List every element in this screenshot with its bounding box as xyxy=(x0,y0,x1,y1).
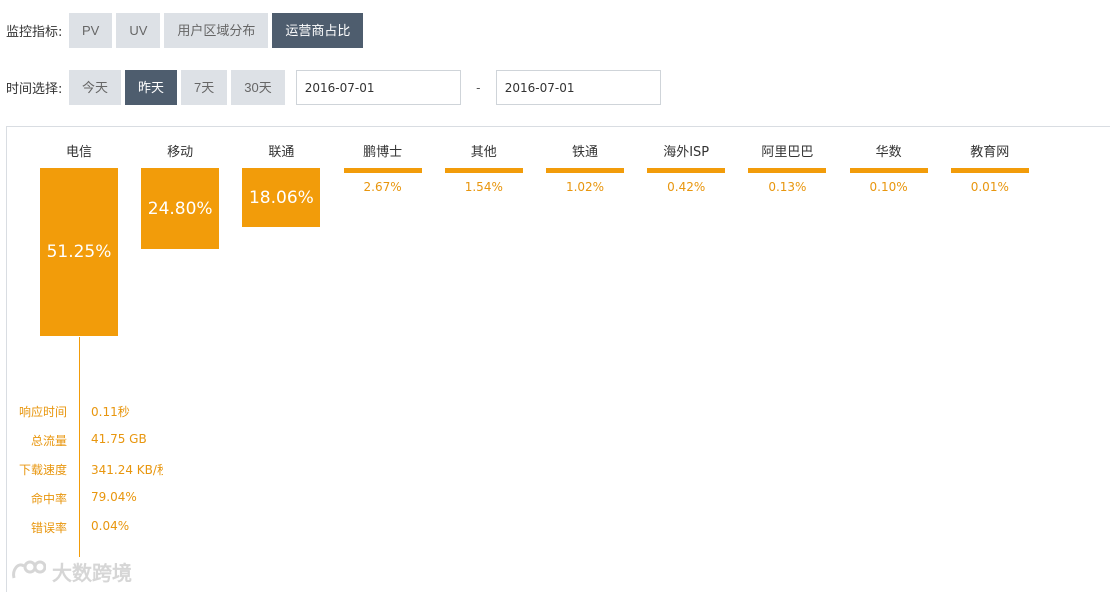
isp-share-label: 1.54% xyxy=(464,180,503,194)
time-today-button[interactable]: 今天 xyxy=(69,70,122,105)
isp-share-label: 0.10% xyxy=(869,180,908,194)
isp-share-bar[interactable] xyxy=(647,168,726,173)
metric-region-button[interactable]: 用户区域分布 xyxy=(164,13,269,48)
isp-share-bar[interactable]: 51.25% xyxy=(40,168,118,336)
detail-label: 响应时间 xyxy=(18,405,67,419)
isp-share-bar[interactable] xyxy=(849,168,928,173)
isp-name: 其他 xyxy=(470,145,497,160)
metric-label: 监控指标: xyxy=(6,25,63,40)
watermark-logo-icon xyxy=(12,560,46,579)
detail-label: 总流量 xyxy=(30,434,67,448)
isp-name: 移动 xyxy=(167,145,194,160)
isp-chart-panel: 电信 51.25% 移动 24.80% 联通 18.06% 鹏博士 2.67% 其他 1.54% 铁… xyxy=(6,126,1110,592)
isp-name: 铁通 xyxy=(571,145,598,160)
isp-share-label: 2.67% xyxy=(363,180,402,194)
detail-label: 命中率 xyxy=(30,492,67,506)
isp-share-bar[interactable]: 24.80% xyxy=(141,168,220,249)
detail-row: 下载速度 341.24 KB/秒 xyxy=(7,461,177,481)
time-30days-button[interactable]: 30天 xyxy=(231,70,285,105)
isp-share-bar[interactable]: 18.06% xyxy=(242,168,321,227)
detail-label: 下载速度 xyxy=(18,463,67,477)
time-selector: 时间选择: 今天 昨天 7天 30天 - xyxy=(0,70,661,105)
isp-share-bar[interactable] xyxy=(444,168,523,173)
isp-share-bar[interactable] xyxy=(950,168,1029,173)
metric-isp-button[interactable]: 运营商占比 xyxy=(272,13,364,48)
isp-share-label: 0.01% xyxy=(970,180,1009,194)
detail-row: 命中率 79.04% xyxy=(7,490,177,510)
start-date-input[interactable] xyxy=(295,70,461,105)
detail-value: 41.75 GB xyxy=(91,432,147,446)
end-date-input[interactable] xyxy=(495,70,661,105)
time-yesterday-button[interactable]: 昨天 xyxy=(125,70,178,105)
time-7days-button[interactable]: 7天 xyxy=(181,70,228,105)
metric-selector: 监控指标: PV UV 用户区域分布 运营商占比 xyxy=(0,13,367,48)
detail-value: 341.24 KB/秒 xyxy=(91,463,163,477)
isp-share-bar[interactable] xyxy=(343,168,422,173)
isp-share-label: 0.13% xyxy=(768,180,807,194)
isp-share-label: 18.06% xyxy=(248,187,314,208)
detail-value: 79.04% xyxy=(91,490,137,504)
detail-value: 0.11秒 xyxy=(91,405,130,419)
watermark: 大数跨境 xyxy=(10,557,132,585)
detail-label: 错误率 xyxy=(30,521,67,535)
isp-name: 阿里巴巴 xyxy=(761,145,814,160)
isp-share-bar[interactable] xyxy=(546,168,624,173)
time-label: 时间选择: xyxy=(6,82,63,97)
metric-uv-button[interactable]: UV xyxy=(116,13,161,48)
isp-share-label: 24.80% xyxy=(147,198,213,219)
detail-value: 0.04% xyxy=(91,519,130,533)
isp-name: 海外ISP xyxy=(663,145,710,160)
date-separator: - xyxy=(476,80,481,95)
watermark-text: 大数跨境 xyxy=(52,560,132,585)
metric-pv-button[interactable]: PV xyxy=(69,13,113,48)
detail-row: 总流量 41.75 GB xyxy=(7,432,177,452)
isp-name: 联通 xyxy=(268,145,295,160)
detail-row: 响应时间 0.11秒 xyxy=(7,403,177,423)
detail-row: 错误率 0.04% xyxy=(7,519,177,539)
isp-share-label: 0.42% xyxy=(667,180,706,194)
isp-share-label: 1.02% xyxy=(565,180,605,194)
isp-share-label: 51.25% xyxy=(46,242,112,262)
isp-share-bar[interactable] xyxy=(748,168,827,173)
isp-name: 鹏博士 xyxy=(363,145,403,160)
isp-name: 华数 xyxy=(875,145,902,160)
isp-name: 教育网 xyxy=(970,145,1010,160)
isp-name: 电信 xyxy=(65,145,92,160)
